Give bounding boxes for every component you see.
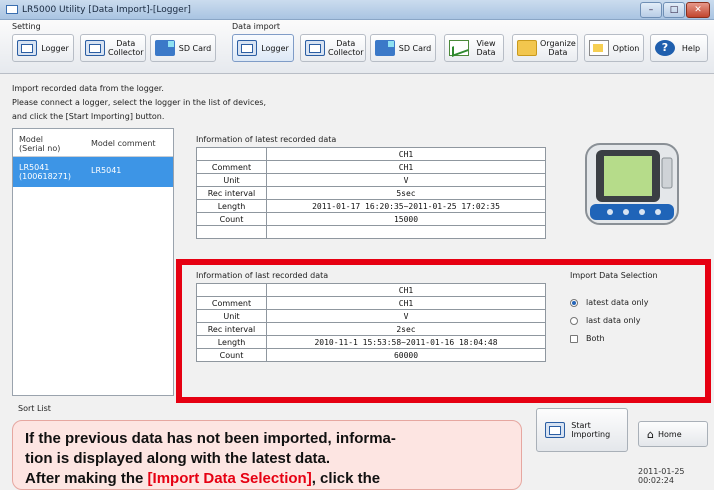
table-value: 5sec [266, 186, 546, 200]
callout-text: , click the [311, 470, 381, 487]
home-button[interactable]: ⌂ Home [638, 421, 708, 447]
help-button[interactable]: ? Help [650, 34, 708, 62]
import-logger-label: Logger [261, 43, 289, 53]
help-label: Help [681, 43, 701, 53]
chart-icon [449, 40, 469, 56]
organize-data-button[interactable]: Organize Data [512, 34, 578, 62]
table-cell [266, 225, 546, 239]
option-label: Option [612, 43, 640, 53]
sd-card-icon [155, 40, 175, 56]
device-list[interactable]: Model (Serial no) Model comment LR5041 (… [12, 128, 174, 396]
ribbon-toolbar: Setting Data import Logger Data Collecto… [0, 20, 714, 74]
table-cell [196, 147, 267, 161]
table-value: 2011-01-17 16:20:35~2011-01-25 17:02:35 [266, 199, 546, 213]
logger-icon [17, 40, 37, 56]
setting-collector-button[interactable]: Data Collector [80, 34, 146, 62]
device-row[interactable]: LR5041 (100618271) LR5041 [13, 157, 173, 187]
table-key: Count [196, 212, 267, 226]
window-title: LR5000 Utility [Data Import]-[Logger] [22, 5, 191, 15]
start-importing-button[interactable]: Start Importing [536, 408, 628, 452]
table-row: Count 15000 [196, 212, 546, 226]
option-button[interactable]: Option [584, 34, 644, 62]
minimize-button[interactable]: – [640, 2, 662, 18]
column-model[interactable]: Model (Serial no) [13, 129, 85, 156]
setting-sdcard-button[interactable]: SD Card [150, 34, 216, 62]
start-importing-label: Start Importing [571, 421, 611, 439]
status-datetime: 2011-01-25 00:02:24 [638, 467, 685, 485]
collector-icon [85, 40, 105, 56]
organize-data-label: Organize Data [540, 39, 576, 57]
option-icon [589, 40, 609, 56]
table-key: Rec interval [196, 186, 267, 200]
callout-line: After making the [Import Data Selection]… [25, 469, 509, 489]
import-collector-button[interactable]: Data Collector [300, 34, 366, 62]
table-value: 15000 [266, 212, 546, 226]
instructions: Import recorded data from the logger. Pl… [12, 82, 266, 124]
collector-icon [305, 40, 325, 56]
callout-highlight: [Import Data Selection] [147, 470, 312, 487]
import-icon [545, 422, 566, 438]
setting-logger-button[interactable]: Logger [12, 34, 74, 62]
table-row: Unit V [196, 173, 546, 187]
table-row: Rec interval 5sec [196, 186, 546, 200]
setting-logger-label: Logger [41, 43, 69, 53]
table-value: V [266, 173, 546, 187]
sd-card-icon [375, 40, 395, 56]
table-row: Comment CH1 [196, 160, 546, 174]
title-bar: LR5000 Utility [Data Import]-[Logger] – … [0, 0, 714, 20]
table-key: Unit [196, 173, 267, 187]
column-model-comment[interactable]: Model comment [85, 129, 160, 156]
table-row [196, 225, 546, 239]
table-value: CH1 [266, 160, 546, 174]
table-key: Length [196, 199, 267, 213]
logger-device-image [585, 143, 679, 225]
highlight-frame [176, 259, 711, 403]
table-row: Length 2011-01-17 16:20:35~2011-01-25 17:… [196, 199, 546, 213]
device-model: LR5041 (100618271) [19, 163, 72, 181]
setting-collector-label: Data Collector [108, 39, 144, 57]
home-icon: ⌂ [647, 427, 654, 441]
logger-icon [237, 40, 257, 56]
view-data-button[interactable]: View Data [444, 34, 504, 62]
callout-note: If the previous data has not been import… [12, 420, 522, 490]
sort-list-label: Sort List [18, 404, 51, 413]
close-button[interactable]: ✕ [686, 2, 710, 18]
home-label: Home [657, 429, 682, 439]
device-list-header: Model (Serial no) Model comment [13, 129, 173, 157]
view-data-label: View Data [476, 39, 496, 57]
instruction-line: Import recorded data from the logger. [12, 84, 164, 93]
app-icon [6, 5, 18, 14]
maximize-button[interactable]: □ [663, 2, 685, 18]
device-comment: LR5041 [91, 166, 122, 175]
table-key: Comment [196, 160, 267, 174]
instruction-line: Please connect a logger, select the logg… [12, 98, 267, 107]
callout-line: If the previous data has not been import… [25, 430, 396, 447]
import-group-label: Data import [232, 22, 281, 31]
setting-group-label: Setting [12, 22, 41, 31]
import-sdcard-button[interactable]: SD Card [370, 34, 436, 62]
import-sdcard-label: SD Card [398, 43, 432, 53]
table-cell [196, 225, 267, 239]
instruction-line: and click the [Start Importing] button. [12, 112, 165, 121]
latest-info-table: CH1 Comment CH1 Unit V Rec interval 5sec Le… [196, 147, 546, 239]
table-row: CH1 [196, 147, 546, 161]
folder-icon [517, 40, 537, 56]
import-logger-button[interactable]: Logger [232, 34, 294, 62]
help-icon: ? [655, 40, 675, 56]
callout-text: After making the [25, 470, 148, 487]
import-collector-label: Data Collector [328, 39, 364, 57]
setting-sdcard-label: SD Card [178, 43, 212, 53]
latest-info-label: Information of latest recorded data [196, 135, 337, 144]
callout-line: tion is displayed along with the latest … [25, 450, 331, 467]
table-header-cell: CH1 [266, 147, 546, 161]
